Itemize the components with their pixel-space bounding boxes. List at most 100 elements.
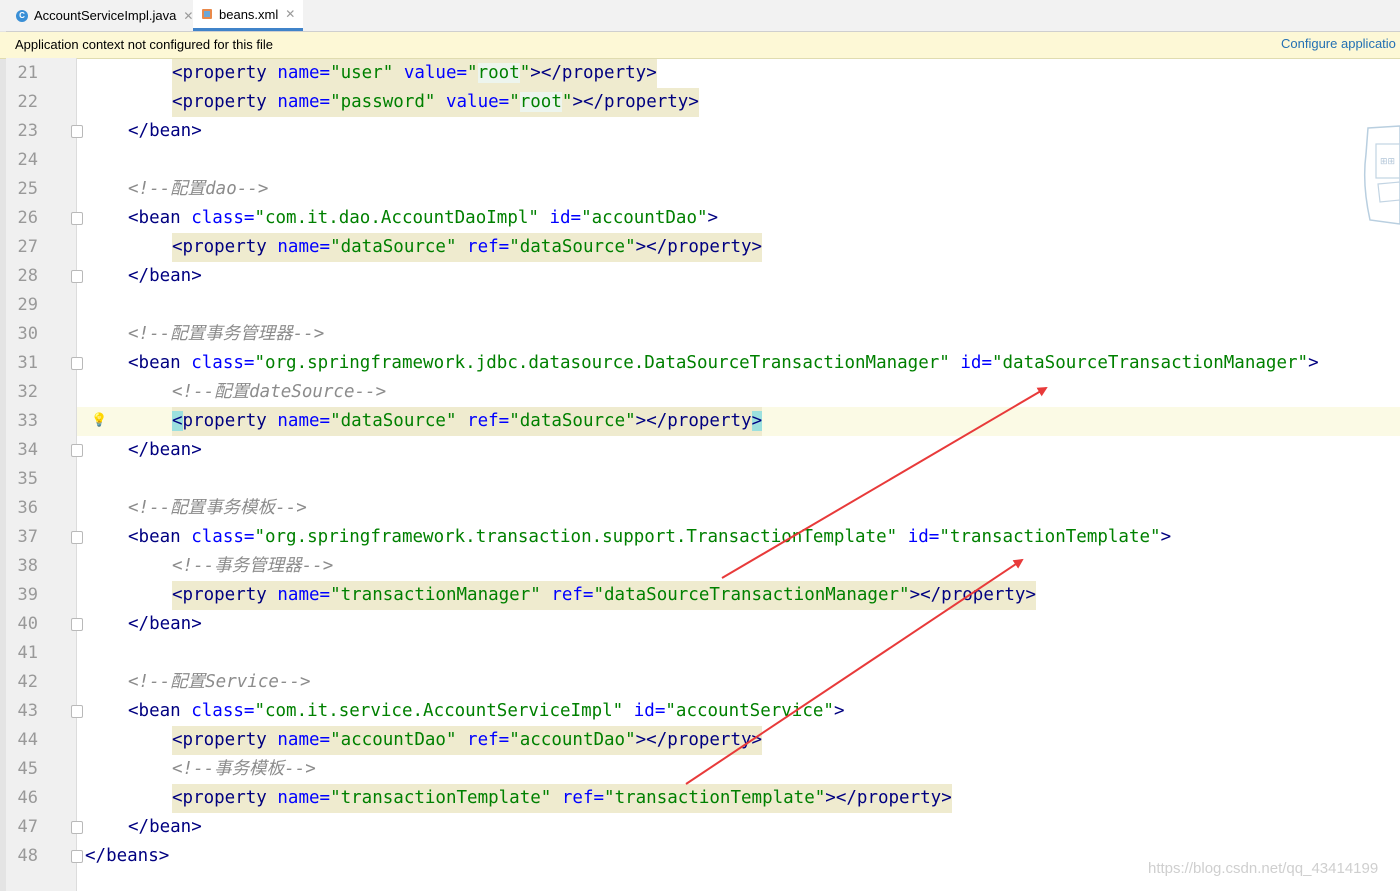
fold-marker-icon[interactable]: [71, 270, 83, 283]
line-number: 40: [17, 614, 38, 634]
line-number: 39: [17, 585, 38, 605]
code-line[interactable]: 37 <bean class="org.springframework.trans…: [18, 523, 1400, 552]
line-number: 26: [17, 208, 38, 228]
code-text: <bean class="com.it.service.AccountServi…: [128, 701, 845, 721]
code-text: </bean>: [128, 817, 202, 837]
code-editor[interactable]: 21 <property name="user" value="root"></p…: [18, 58, 1400, 891]
code-text: <property name="transactionManager" ref=…: [172, 581, 1036, 610]
code-text: <!--配置dao-->: [128, 179, 269, 199]
fold-marker-icon[interactable]: [71, 618, 83, 631]
tab-label: beans.xml: [219, 6, 279, 22]
code-line[interactable]: 45 <!--事务模板-->: [18, 755, 1400, 784]
code-line[interactable]: 24: [18, 146, 1400, 175]
code-text: <property name="transactionTemplate" ref…: [172, 784, 952, 813]
line-number: 21: [17, 63, 38, 83]
code-line[interactable]: 28 </bean>: [18, 262, 1400, 291]
line-number: 36: [17, 498, 38, 518]
line-number: 34: [17, 440, 38, 460]
intention-bulb-icon[interactable]: 💡: [91, 410, 107, 432]
line-number: 44: [17, 730, 38, 750]
banner-message: Application context not configured for t…: [15, 37, 273, 52]
code-line[interactable]: 36 <!--配置事务模板-->: [18, 494, 1400, 523]
code-text: <!--配置事务模板-->: [128, 498, 307, 518]
code-text: <bean class="com.it.dao.AccountDaoImpl" …: [128, 208, 719, 228]
code-line[interactable]: 41: [18, 639, 1400, 668]
fold-marker-icon[interactable]: [71, 821, 83, 834]
close-icon[interactable]: ✕: [285, 7, 295, 21]
fold-marker-icon[interactable]: [71, 212, 83, 225]
code-line[interactable]: 34 </bean>: [18, 436, 1400, 465]
line-number: 27: [17, 237, 38, 257]
line-number: 30: [17, 324, 38, 344]
line-number: 45: [17, 759, 38, 779]
code-line[interactable]: 33 💡 <property name="dataSource" ref="data…: [18, 407, 1400, 436]
line-number: 22: [17, 92, 38, 112]
fold-marker-icon[interactable]: [71, 705, 83, 718]
line-number: 24: [17, 150, 38, 170]
svg-text:⊞⊞: ⊞⊞: [1380, 157, 1395, 167]
line-number: 31: [17, 353, 38, 373]
code-line[interactable]: 30 <!--配置事务管理器-->: [18, 320, 1400, 349]
code-text: </beans>: [85, 846, 170, 866]
line-number: 42: [17, 672, 38, 692]
line-number: 37: [17, 527, 38, 547]
tab-account-service-impl[interactable]: C AccountServiceImpl.java ✕: [10, 0, 199, 31]
code-line[interactable]: 47 </bean>: [18, 813, 1400, 842]
line-number: 47: [17, 817, 38, 837]
code-text: </bean>: [128, 121, 202, 141]
line-number: 32: [17, 382, 38, 402]
line-number: 23: [17, 121, 38, 141]
code-line[interactable]: 46 <property name="transactionTemplate" r…: [18, 784, 1400, 813]
code-line[interactable]: 43 <bean class="com.it.service.AccountSer…: [18, 697, 1400, 726]
code-line[interactable]: 27 <property name="dataSource" ref="dataS…: [18, 233, 1400, 262]
code-line[interactable]: 42 <!--配置Service-->: [18, 668, 1400, 697]
code-text: <property name="user" value="root"></pro…: [172, 59, 657, 88]
line-number: 28: [17, 266, 38, 286]
line-number: 25: [17, 179, 38, 199]
fold-marker-icon[interactable]: [71, 444, 83, 457]
line-number: 33: [17, 411, 38, 431]
line-number: 41: [17, 643, 38, 663]
java-class-icon: C: [16, 9, 28, 22]
code-line[interactable]: 35: [18, 465, 1400, 494]
stamp-image: ⊞⊞: [1363, 125, 1400, 225]
code-text: <property name="accountDao" ref="account…: [172, 726, 763, 755]
code-text: <property name="dataSource" ref="dataSou…: [172, 233, 763, 262]
editor-tab-bar: C AccountServiceImpl.java ✕ beans.xml ✕: [0, 0, 1400, 32]
tab-label: AccountServiceImpl.java: [34, 8, 177, 23]
code-text: <!--配置Service-->: [128, 672, 311, 692]
fold-marker-icon[interactable]: [71, 125, 83, 138]
code-line[interactable]: 40 </bean>: [18, 610, 1400, 639]
code-line[interactable]: 26 <bean class="com.it.dao.AccountDaoImpl…: [18, 204, 1400, 233]
code-line[interactable]: 21 <property name="user" value="root"></p…: [18, 59, 1400, 88]
code-line[interactable]: 44 <property name="accountDao" ref="accou…: [18, 726, 1400, 755]
line-number: 43: [17, 701, 38, 721]
code-line[interactable]: 31 <bean class="org.springframework.jdbc.…: [18, 349, 1400, 378]
code-line[interactable]: 39 <property name="transactionManager" re…: [18, 581, 1400, 610]
code-line[interactable]: 25 <!--配置dao-->: [18, 175, 1400, 204]
watermark: https://blog.csdn.net/qq_43414199: [1148, 860, 1379, 877]
code-text: <!--配置事务管理器-->: [128, 324, 325, 344]
fold-marker-icon[interactable]: [71, 531, 83, 544]
code-text: <property name="password" value="root"><…: [172, 88, 699, 117]
tab-beans-xml[interactable]: beans.xml ✕: [193, 0, 304, 31]
code-line[interactable]: 29: [18, 291, 1400, 320]
code-line[interactable]: 32 <!--配置dateSource-->: [18, 378, 1400, 407]
code-text: <property name="dataSource" ref="dataSou…: [172, 407, 763, 436]
code-text: <bean class="org.springframework.jdbc.da…: [128, 353, 1319, 373]
fold-marker-icon[interactable]: [71, 850, 83, 863]
fold-marker-icon[interactable]: [71, 357, 83, 370]
code-text: <bean class="org.springframework.transac…: [128, 527, 1172, 547]
configure-context-link[interactable]: Configure applicatio: [1281, 36, 1396, 51]
code-text: <!--配置dateSource-->: [172, 382, 387, 402]
code-text: </bean>: [128, 266, 202, 286]
code-line[interactable]: 23 </bean>: [18, 117, 1400, 146]
code-line[interactable]: 22 <property name="password" value="root"…: [18, 88, 1400, 117]
code-line[interactable]: 38 <!--事务管理器-->: [18, 552, 1400, 581]
close-icon[interactable]: ✕: [183, 9, 193, 23]
line-number: 29: [17, 295, 38, 315]
code-text: </bean>: [128, 440, 202, 460]
code-text: <!--事务模板-->: [172, 759, 316, 779]
line-number: 48: [17, 846, 38, 866]
line-number: 46: [17, 788, 38, 808]
